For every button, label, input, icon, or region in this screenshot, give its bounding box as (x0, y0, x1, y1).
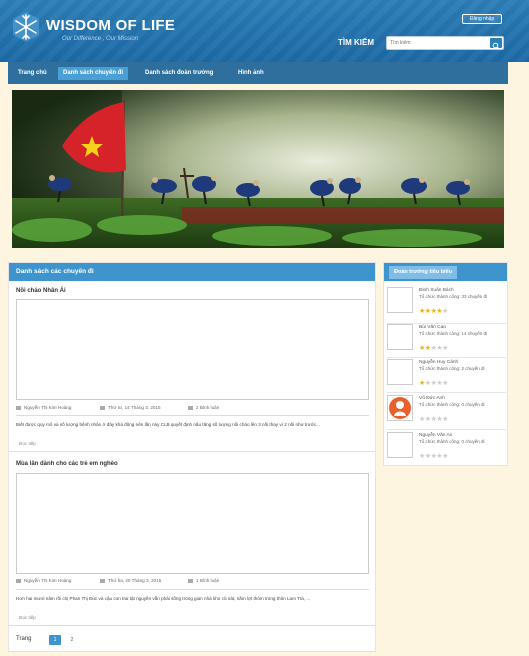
divider (16, 589, 369, 590)
trip-meta: Nguyễn Thị Kim Hoàng Thứ tư, 14 Tháng 3,… (16, 405, 369, 413)
page-1-button[interactable]: 1 (49, 635, 61, 645)
nav-item-trips[interactable]: Danh sách chuyến đi (58, 67, 129, 80)
trips-panel-header: Danh sách các chuyến đi (9, 263, 375, 281)
trip-author-name: Nguyễn Thị Kim Hoàng (24, 578, 72, 583)
search-input[interactable] (390, 38, 486, 48)
brand-title[interactable]: WISDOM OF LIFE (46, 17, 175, 34)
trip-author: Nguyễn Thị Kim Hoàng (16, 405, 71, 410)
leader-stat: Tổ chức thành công: 0 chuyến đi (419, 439, 485, 444)
trip-title[interactable]: Mùa lân dành cho các trẻ em nghèo (16, 461, 118, 467)
trip-comments[interactable]: 2 Bình luận (188, 405, 219, 410)
trip-comments[interactable]: 1 Bình luận (188, 578, 219, 583)
brand-tagline: Our Difference , Our Mission (62, 36, 139, 42)
hero-banner-illustration (12, 90, 504, 248)
divider (387, 429, 506, 430)
snowflake-logo-icon[interactable] (10, 10, 42, 44)
star-icon: ★ (442, 416, 448, 423)
comment-icon (188, 578, 193, 583)
leader-avatar[interactable] (387, 324, 413, 350)
leader-avatar[interactable] (387, 359, 413, 385)
nav-item-home[interactable]: Trang chủ (13, 67, 52, 80)
leader-item[interactable]: Đinh Xuân Bách Tổ chức thành công: 33 ch… (387, 286, 506, 322)
leader-stat: Tổ chức thành công: 0 chuyến đi (419, 402, 485, 407)
comment-icon (188, 405, 193, 410)
trip-date-text: Thứ ba, 20 Tháng 3, 2015 (108, 578, 162, 583)
user-silhouette-icon (389, 397, 411, 419)
leader-item[interactable]: Nguyễn Văn An Tổ chức thành công: 0 chuy… (387, 431, 506, 467)
trip-description: Hơn hai mươi năm rồi chị Phan Thị Đúc và… (16, 596, 311, 601)
star-icon: ★ (442, 308, 448, 315)
star-icon: ★ (442, 453, 448, 460)
star-icon: ★ (442, 380, 448, 387)
leader-name[interactable]: Đinh Xuân Bách (419, 288, 454, 293)
leader-rating: ★★★★★ (419, 453, 448, 460)
search-button[interactable] (490, 38, 502, 50)
divider (16, 415, 369, 416)
user-icon (16, 578, 21, 583)
user-icon (16, 405, 21, 410)
leader-name[interactable]: Bùi Văn Cao (419, 325, 446, 330)
trip-date-text: Thứ tư, 14 Tháng 3, 2015 (108, 405, 161, 410)
leader-rating: ★★★★★ (419, 380, 448, 387)
leader-stat: Tổ chức thành công: 2 chuyến đi (419, 366, 485, 371)
trips-panel: Danh sách các chuyến đi Nồi cháo Nhân Ái… (8, 262, 376, 652)
read-more-link[interactable]: Đọc tiếp (19, 615, 36, 620)
trip-thumbnail[interactable] (16, 299, 369, 400)
leader-name[interactable]: Võ Đức Anh (419, 396, 445, 401)
nav-item-leaders[interactable]: Danh sách đoàn trưởng (140, 67, 218, 80)
trip-date: Thứ ba, 20 Tháng 3, 2015 (100, 578, 161, 583)
leader-stat: Tổ chức thành công: 14 chuyến đi (419, 331, 488, 336)
hero-banner-image (12, 90, 504, 248)
leader-avatar[interactable] (387, 395, 413, 421)
search-label: TÌM KIẾM (338, 38, 374, 47)
calendar-icon (100, 405, 105, 410)
leader-name[interactable]: Nguyễn Văn An (419, 433, 452, 438)
read-more-link[interactable]: Đọc tiếp (19, 441, 36, 446)
login-button[interactable]: Đăng nhập (462, 14, 502, 24)
divider (9, 625, 375, 626)
leader-stat: Tổ chức thành công: 33 chuyến đi (419, 294, 488, 299)
star-icon: ★ (442, 345, 448, 352)
divider (387, 392, 506, 393)
trip-date: Thứ tư, 14 Tháng 3, 2015 (100, 405, 161, 410)
trip-comments-link[interactable]: 2 Bình luận (196, 405, 219, 410)
leader-rating: ★★★★★ (419, 345, 448, 352)
trip-thumbnail[interactable] (16, 473, 369, 574)
site-header: WISDOM OF LIFE Our Difference , Our Miss… (0, 0, 529, 62)
leader-rating: ★★★★★ (419, 308, 448, 315)
pagination-label: Trang (16, 636, 32, 642)
trip-title[interactable]: Nồi cháo Nhân Ái (16, 288, 66, 294)
trip-author-name: Nguyễn Thị Kim Hoàng (24, 405, 72, 410)
leader-avatar[interactable] (387, 287, 413, 313)
top-leaders-header: Đoàn trưởng tiêu biểu (384, 263, 507, 281)
trip-description: Biết được quy mô và số lượng bệnh nhân ở… (16, 422, 320, 427)
trips-panel-title: Danh sách các chuyến đi (16, 268, 94, 275)
search-icon (492, 42, 500, 50)
divider (9, 451, 375, 452)
leader-item[interactable]: Nguyễn Huy Cảnh Tổ chức thành công: 2 ch… (387, 358, 506, 394)
trip-author: Nguyễn Thị Kim Hoàng (16, 578, 71, 583)
nav-item-gallery[interactable]: Hình ảnh (233, 67, 269, 80)
trip-comments-link[interactable]: 1 Bình luận (196, 578, 219, 583)
leader-item[interactable]: Võ Đức Anh Tổ chức thành công: 0 chuyến … (387, 394, 506, 430)
trip-meta: Nguyễn Thị Kim Hoàng Thứ ba, 20 Tháng 3,… (16, 578, 369, 586)
leader-item[interactable]: Bùi Văn Cao Tổ chức thành công: 14 chuyế… (387, 323, 506, 359)
main-nav: Trang chủ Danh sách chuyến đi Danh sách … (8, 62, 508, 84)
leader-name[interactable]: Nguyễn Huy Cảnh (419, 360, 458, 365)
page-2-button[interactable]: 2 (66, 635, 78, 645)
leader-avatar[interactable] (387, 432, 413, 458)
search-box (386, 36, 504, 50)
leader-rating: ★★★★★ (419, 416, 448, 423)
top-leaders-panel: Đoàn trưởng tiêu biểu Đinh Xuân Bách Tổ … (383, 262, 508, 466)
top-leaders-title: Đoàn trưởng tiêu biểu (389, 266, 458, 279)
calendar-icon (100, 578, 105, 583)
